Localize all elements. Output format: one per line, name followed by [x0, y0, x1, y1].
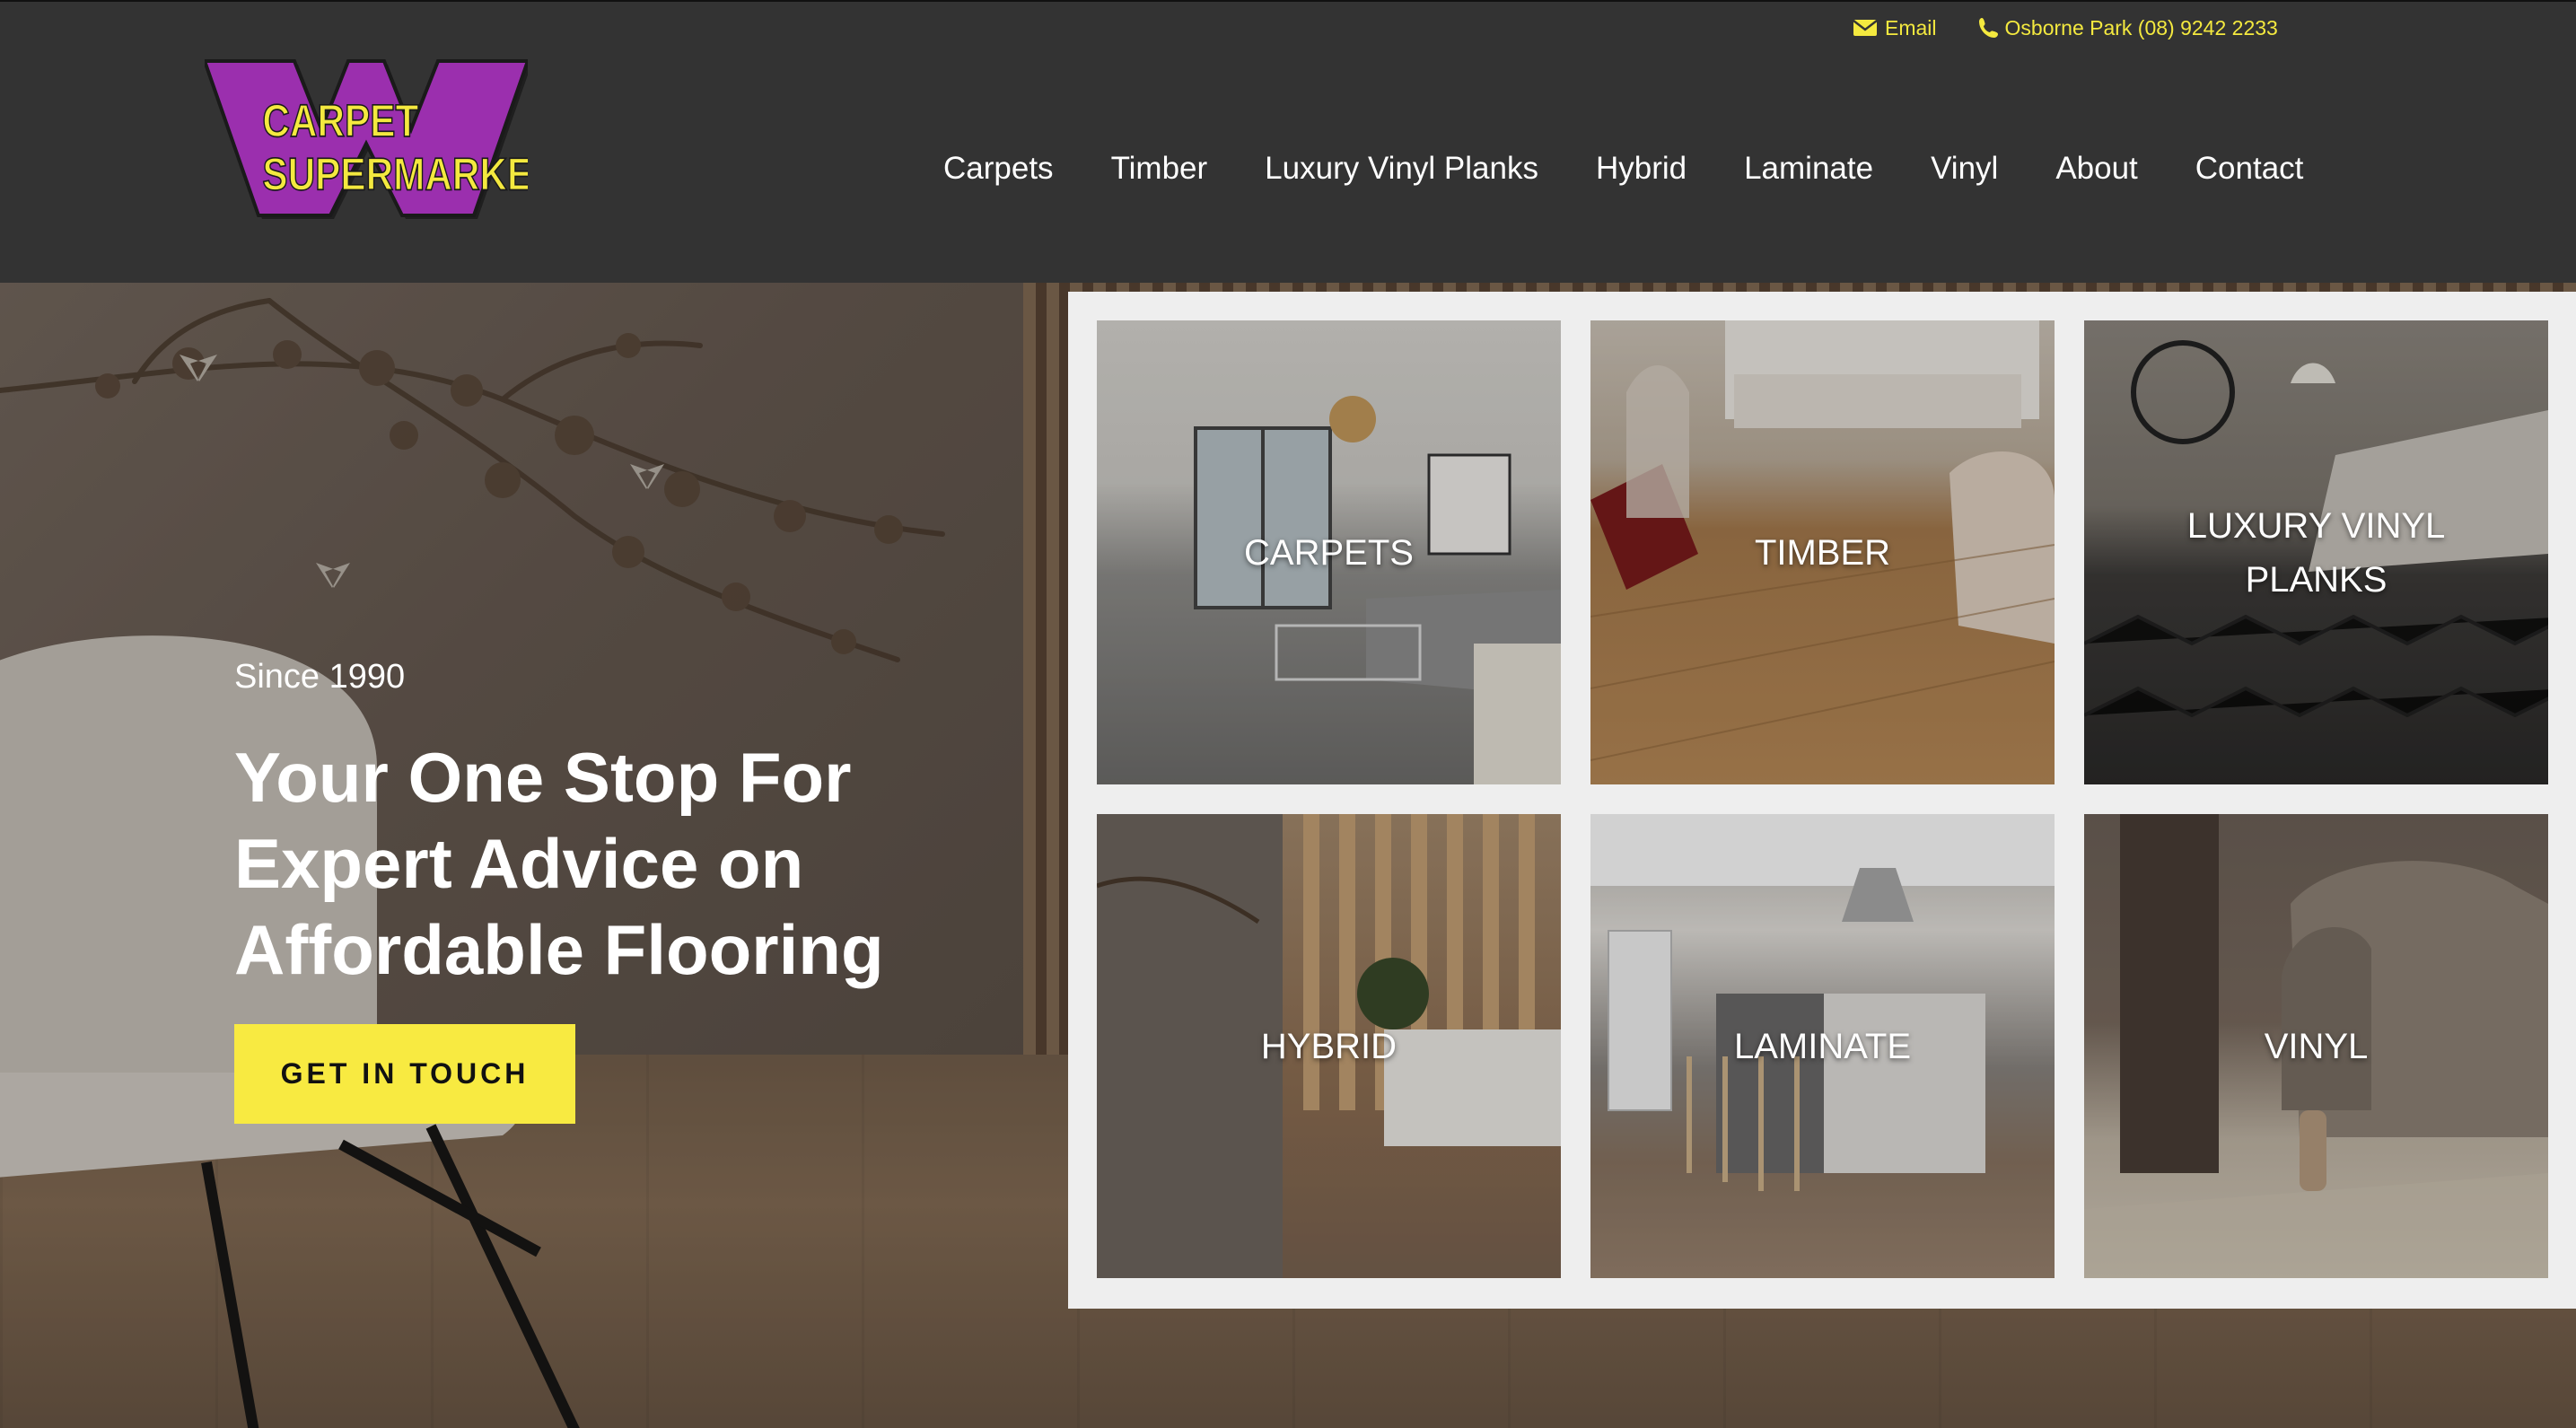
phone-icon: [1978, 17, 1998, 39]
email-label: Email: [1885, 15, 1937, 39]
phone-link[interactable]: Osborne Park (08) 9242 2233: [1978, 16, 2278, 40]
phone-label: Osborne Park (08) 9242 2233: [2004, 15, 2278, 39]
envelope-icon: [1853, 18, 1878, 38]
category-label-hybrid: HYBRID: [1260, 1026, 1398, 1066]
category-tile-carpets[interactable]: CARPETS: [1097, 320, 1561, 784]
nav-timber[interactable]: Timber: [1111, 151, 1208, 187]
nav-contact[interactable]: Contact: [2195, 151, 2304, 187]
brand-logo[interactable]: CARPET SUPERMARKET: [205, 57, 528, 219]
headline-line-1: Your One Stop For: [234, 738, 852, 817]
nav-hybrid[interactable]: Hybrid: [1596, 151, 1687, 187]
category-tile-laminate[interactable]: LAMINATE: [1590, 814, 2055, 1278]
hero-headline: Your One Stop For Expert Advice on Affor…: [234, 734, 1042, 993]
get-in-touch-button[interactable]: GET IN TOUCH: [234, 1024, 575, 1124]
nav-carpets[interactable]: Carpets: [943, 151, 1054, 187]
logo-line1: CARPET: [262, 95, 418, 145]
headline-line-3: Affordable Flooring: [234, 910, 884, 989]
nav-about[interactable]: About: [2055, 151, 2137, 187]
category-grid: CARPETS TIMBER LUXURY VINYL PLANKS HYBRI…: [1068, 292, 2576, 1309]
top-contact-bar: Email Osborne Park (08) 9242 2233: [1853, 14, 2278, 41]
logo-line2: SUPERMARKET: [262, 149, 528, 199]
category-label-carpets: CARPETS: [1244, 532, 1414, 573]
category-tile-vinyl[interactable]: VINYL: [2084, 814, 2548, 1278]
category-label-laminate: LAMINATE: [1733, 1026, 1912, 1066]
nav-vinyl[interactable]: Vinyl: [1931, 151, 1998, 187]
nav-laminate[interactable]: Laminate: [1744, 151, 1873, 187]
category-tile-luxury-vinyl-planks[interactable]: LUXURY VINYL PLANKS: [2084, 320, 2548, 784]
headline-line-2: Expert Advice on: [234, 824, 804, 903]
email-link[interactable]: Email: [1853, 16, 1937, 40]
category-label-timber: TIMBER: [1754, 532, 1891, 573]
category-label-vinyl: VINYL: [2264, 1026, 2369, 1066]
main-nav: Carpets Timber Luxury Vinyl Planks Hybri…: [943, 144, 2303, 194]
site-header: Email Osborne Park (08) 9242 2233 CARPET…: [0, 0, 2576, 283]
category-label-luxury-vinyl-planks: LUXURY VINYL PLANKS: [2186, 505, 2446, 600]
hero-section: Since 1990 Your One Stop For Expert Advi…: [0, 283, 2576, 1428]
hero-copy: Since 1990 Your One Stop For Expert Advi…: [234, 658, 1042, 993]
category-tile-hybrid[interactable]: HYBRID: [1097, 814, 1561, 1278]
since-label: Since 1990: [234, 658, 406, 696]
category-tile-timber[interactable]: TIMBER: [1590, 320, 2055, 784]
nav-luxury-vinyl-planks[interactable]: Luxury Vinyl Planks: [1265, 151, 1538, 187]
